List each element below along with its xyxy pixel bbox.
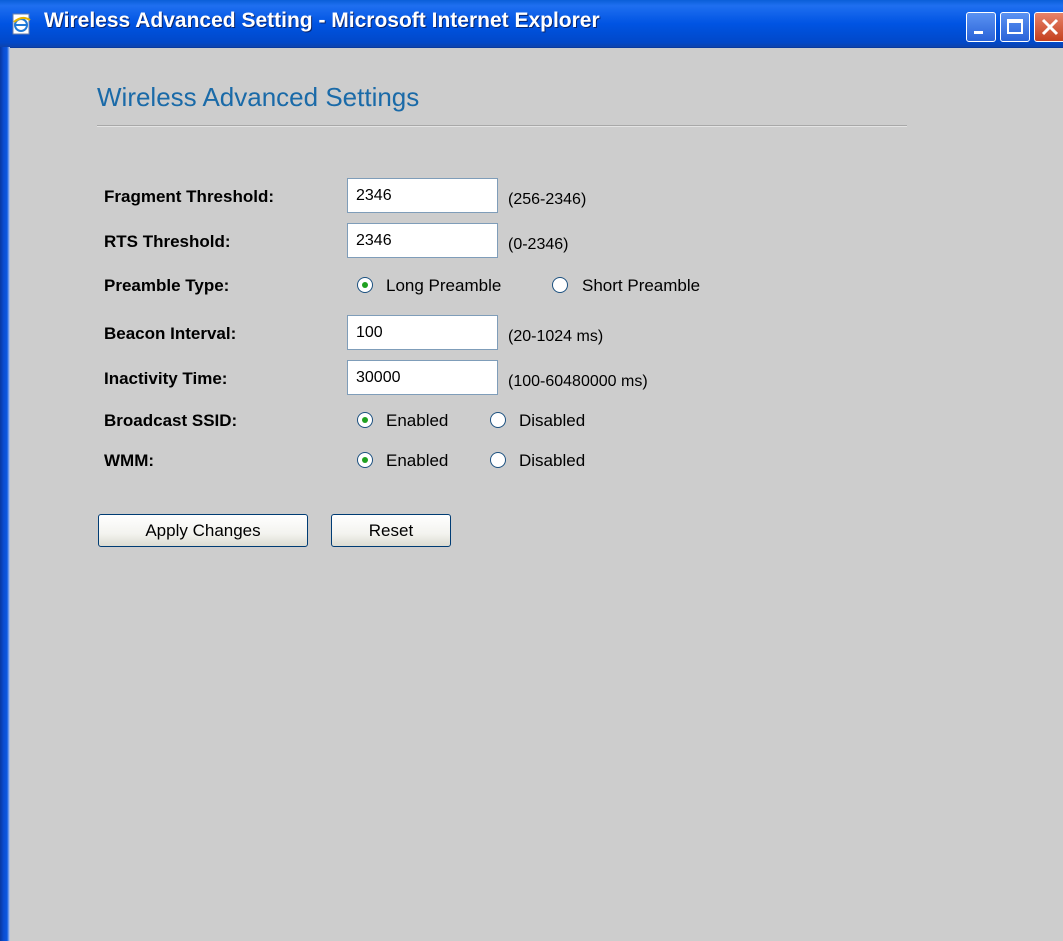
fragment-threshold-range: (256-2346) <box>508 191 587 208</box>
maximize-button[interactable] <box>1000 12 1030 42</box>
wmm-enabled-label: Enabled <box>386 451 449 470</box>
beacon-interval-label: Beacon Interval: <box>104 324 237 343</box>
wmm-label: WMM: <box>104 451 155 470</box>
preamble-type-label: Preamble Type: <box>104 276 230 295</box>
page-title: Wireless Advanced Settings <box>97 82 420 112</box>
radio-wmm-disabled[interactable] <box>490 452 506 468</box>
broadcast-enabled-label: Enabled <box>386 411 449 430</box>
page-content <box>10 48 1063 941</box>
minimize-button[interactable] <box>966 12 996 42</box>
window-title: Wireless Advanced Setting - Microsoft In… <box>44 9 600 32</box>
window-frame-left <box>0 47 10 941</box>
radio-wmm-enabled[interactable] <box>357 452 373 468</box>
divider <box>97 125 907 127</box>
short-preamble-label: Short Preamble <box>582 276 701 295</box>
inactivity-time-input[interactable] <box>347 360 498 395</box>
inactivity-time-label: Inactivity Time: <box>104 369 228 388</box>
rts-threshold-input[interactable] <box>347 223 498 258</box>
close-button[interactable] <box>1034 12 1063 42</box>
inactivity-time-range: (100-60480000 ms) <box>508 373 648 390</box>
radio-broadcast-disabled[interactable] <box>490 412 506 428</box>
fragment-threshold-label: Fragment Threshold: <box>104 187 275 206</box>
fragment-threshold-input[interactable] <box>347 178 498 213</box>
beacon-interval-range: (20-1024 ms) <box>508 328 604 345</box>
rts-threshold-range: (0-2346) <box>508 236 569 253</box>
ie-page-icon <box>10 12 34 36</box>
radio-broadcast-enabled[interactable] <box>357 412 373 428</box>
broadcast-disabled-label: Disabled <box>519 411 586 430</box>
rts-threshold-label: RTS Threshold: <box>104 232 231 251</box>
close-icon <box>1041 18 1059 36</box>
title-bar[interactable]: Wireless Advanced Setting - Microsoft In… <box>0 0 1063 48</box>
radio-long-preamble[interactable] <box>357 277 373 293</box>
beacon-interval-input[interactable] <box>347 315 498 350</box>
long-preamble-label: Long Preamble <box>386 276 502 295</box>
broadcast-ssid-label: Broadcast SSID: <box>104 411 238 430</box>
minimize-icon <box>974 31 983 34</box>
apply-changes-button[interactable]: Apply Changes <box>98 514 308 547</box>
reset-button[interactable]: Reset <box>331 514 451 547</box>
maximize-icon <box>1007 19 1023 34</box>
wmm-disabled-label: Disabled <box>519 451 586 470</box>
radio-short-preamble[interactable] <box>552 277 568 293</box>
browser-window: Wireless Advanced Setting - Microsoft In… <box>0 0 1063 941</box>
